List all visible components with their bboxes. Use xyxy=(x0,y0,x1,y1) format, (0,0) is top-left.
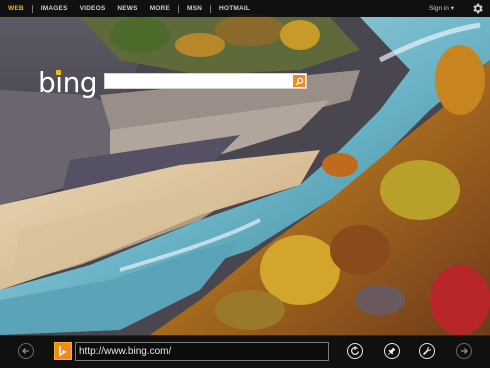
background-photo xyxy=(0,0,490,335)
forward-icon xyxy=(461,348,468,354)
search-button[interactable] xyxy=(293,75,305,87)
nav-separator xyxy=(210,4,212,13)
page-tools-button[interactable] xyxy=(419,343,435,359)
back-icon xyxy=(22,348,29,354)
nav-item-videos[interactable]: VIDEOS xyxy=(74,0,112,17)
refresh-icon xyxy=(351,346,359,355)
search-icon xyxy=(295,77,303,85)
nav-item-web[interactable]: WEB xyxy=(8,0,30,17)
nav-item-images[interactable]: IMAGES xyxy=(35,0,74,17)
logo-accent-dot: i xyxy=(55,66,63,99)
nav-separator xyxy=(31,4,33,13)
nav-item-msn[interactable]: MSN xyxy=(181,0,208,17)
pin-button[interactable] xyxy=(384,343,400,359)
top-navigation-bar: WEB IMAGES VIDEOS NEWS MORE MSN HOTMAIL … xyxy=(0,0,490,17)
gear-icon[interactable] xyxy=(471,2,484,15)
refresh-button[interactable] xyxy=(347,343,363,359)
nav-item-more[interactable]: MORE xyxy=(144,0,176,17)
forward-button[interactable] xyxy=(456,343,472,359)
pin-icon xyxy=(388,347,396,355)
nav-separator xyxy=(178,4,179,13)
scope-navigation: WEB IMAGES VIDEOS NEWS MORE MSN HOTMAIL xyxy=(8,0,256,17)
tools-icon xyxy=(423,346,432,355)
back-button[interactable] xyxy=(18,343,34,359)
sign-in-link[interactable]: Sign in ▾ xyxy=(429,0,454,17)
search-box xyxy=(104,73,307,92)
address-bar[interactable]: http://www.bing.com/ xyxy=(75,342,329,361)
bing-tab-icon[interactable] xyxy=(54,342,72,360)
nav-item-hotmail[interactable]: HOTMAIL xyxy=(213,0,256,17)
browser-app-bar: http://www.bing.com/ xyxy=(0,335,490,368)
nav-item-news[interactable]: NEWS xyxy=(111,0,143,17)
logo-dot-mark xyxy=(56,70,62,75)
search-input[interactable] xyxy=(105,77,291,92)
bing-logo: bi ng xyxy=(38,66,98,99)
